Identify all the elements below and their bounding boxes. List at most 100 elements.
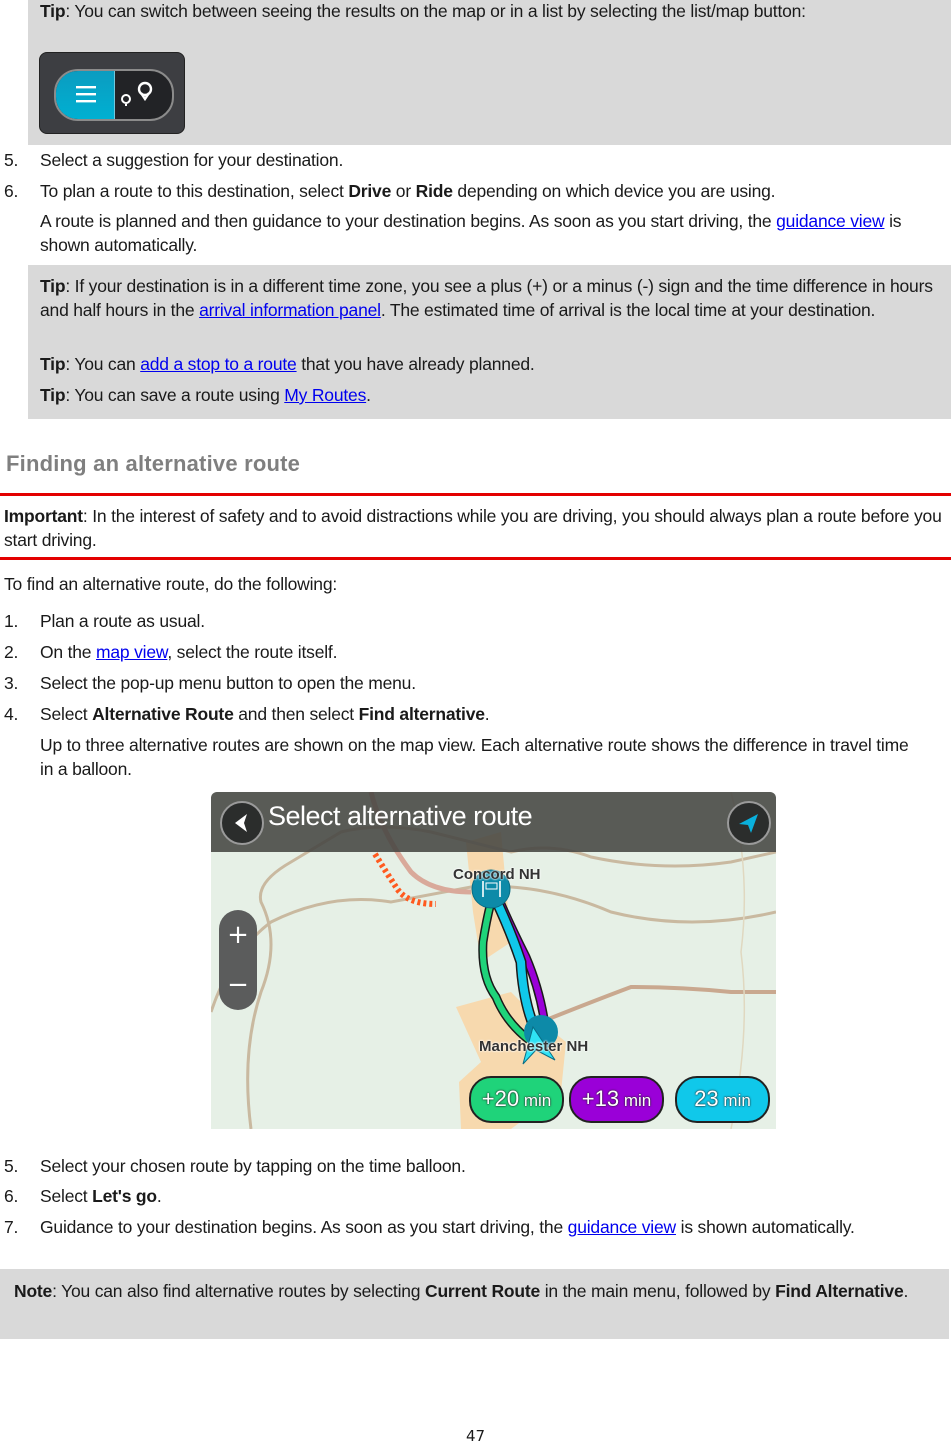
important-notice: Important: In the interest of safety and… bbox=[4, 504, 949, 552]
step-followup: Up to three alternative routes are shown… bbox=[40, 735, 909, 779]
map-screen-title: Select alternative route bbox=[268, 801, 533, 831]
tip-label: Tip bbox=[40, 385, 66, 405]
note-box: Note: You can also find alternative rout… bbox=[0, 1269, 949, 1339]
balloon-value: +20 bbox=[481, 1086, 520, 1111]
balloon-unit: min bbox=[723, 1091, 751, 1110]
map-view-link[interactable]: map view bbox=[96, 642, 168, 662]
balloon-unit: min bbox=[523, 1091, 552, 1110]
list-map-toggle-button[interactable] bbox=[39, 52, 185, 134]
zoom-out-button[interactable]: − bbox=[219, 960, 257, 1010]
step-text: Guidance to your destination begins. As … bbox=[40, 1215, 921, 1239]
map-pins-icon bbox=[121, 81, 153, 106]
note-label: Note bbox=[14, 1281, 53, 1301]
toggle-pill bbox=[54, 69, 174, 121]
tip-timezone: Tip: If your destination is in a differe… bbox=[40, 274, 940, 322]
important-bottom-rule bbox=[0, 557, 951, 560]
list-view-segment[interactable] bbox=[56, 71, 115, 119]
text: . The estimated time of arrival is the l… bbox=[380, 300, 876, 320]
step-text: On the map view, select the route itself… bbox=[40, 640, 945, 664]
text: is shown automatically. bbox=[675, 1217, 855, 1237]
road bbox=[540, 984, 776, 1024]
arrival-information-panel-link[interactable]: arrival information panel bbox=[199, 300, 381, 320]
step-text: Select Alternative Route and then select… bbox=[40, 702, 945, 726]
guidance-view-link[interactable]: guidance view bbox=[776, 211, 885, 231]
tip-label: Tip bbox=[40, 1, 66, 21]
time-balloon-blue[interactable]: 23 min bbox=[675, 1076, 770, 1123]
page-number: 47 bbox=[465, 1427, 486, 1445]
step-number: 6. bbox=[4, 181, 19, 201]
bold-ride: Ride bbox=[415, 181, 453, 201]
text: in the main menu, followed by bbox=[540, 1281, 776, 1301]
step-text: To plan a route to this destination, sel… bbox=[40, 179, 945, 203]
back-arrow-icon bbox=[235, 814, 247, 832]
place-label-manchester: Manchester NH bbox=[479, 1038, 589, 1055]
text: . bbox=[156, 1186, 162, 1206]
text: and then select bbox=[233, 704, 359, 724]
text: . bbox=[903, 1281, 909, 1301]
text: A route is planned and then guidance to … bbox=[40, 211, 777, 231]
text: Select bbox=[40, 1186, 93, 1206]
intro-text: To find an alternative route, do the fol… bbox=[4, 574, 338, 594]
bold-drive: Drive bbox=[348, 181, 392, 201]
bold-find-alternative: Find Alternative bbox=[775, 1281, 904, 1301]
text: depending on which device you are using. bbox=[452, 181, 776, 201]
step-number: 3. bbox=[4, 673, 19, 693]
step-number: 2. bbox=[4, 642, 19, 662]
map-view-segment[interactable] bbox=[114, 71, 172, 119]
step-number: 7. bbox=[4, 1217, 19, 1237]
section-heading: Finding an alternative route bbox=[6, 451, 301, 476]
tips-box: Tip: If your destination is in a differe… bbox=[28, 265, 951, 419]
bold-lets-go: Let's go bbox=[92, 1186, 157, 1206]
guidance-view-link[interactable]: guidance view bbox=[568, 1217, 677, 1237]
step-number: 1. bbox=[4, 611, 19, 631]
current-location-button[interactable] bbox=[727, 801, 771, 845]
important-label: Important bbox=[4, 506, 83, 526]
text: : You can save a route using bbox=[65, 385, 285, 405]
location-arrow-icon bbox=[739, 814, 758, 833]
step-text: Select a suggestion for your destination… bbox=[40, 150, 344, 170]
tip-my-routes: Tip: You can save a route using My Route… bbox=[40, 383, 940, 407]
text: : You can also find alternative routes b… bbox=[52, 1281, 425, 1301]
step-text: Plan a route as usual. bbox=[40, 611, 205, 631]
text: On the bbox=[40, 642, 96, 662]
list-icon bbox=[76, 86, 96, 103]
bold-current-route: Current Route bbox=[425, 1281, 541, 1301]
text: or bbox=[391, 181, 416, 201]
bold-find-alternative: Find alternative bbox=[358, 704, 485, 724]
step-number: 4. bbox=[4, 704, 19, 724]
text: that you have already planned. bbox=[296, 354, 535, 374]
time-balloon-green[interactable]: +20 min bbox=[469, 1076, 564, 1123]
note-text: Note: You can also find alternative rout… bbox=[14, 1279, 939, 1303]
step-number: 6. bbox=[4, 1186, 19, 1206]
text: To plan a route to this destination, sel… bbox=[40, 181, 349, 201]
zoom-control: + − bbox=[219, 910, 257, 1010]
add-stop-link[interactable]: add a stop to a route bbox=[140, 354, 297, 374]
place-label-concord: Concord NH bbox=[453, 866, 541, 883]
map-header-bar: Select alternative route bbox=[211, 792, 776, 852]
tip-label: Tip bbox=[40, 354, 66, 374]
text: : In the interest of safety and to avoid… bbox=[4, 506, 942, 550]
important-top-rule bbox=[0, 493, 951, 496]
text: . bbox=[484, 704, 490, 724]
zoom-in-button[interactable]: + bbox=[219, 910, 257, 960]
time-balloon-purple[interactable]: +13 min bbox=[569, 1076, 664, 1123]
tip-body: : You can switch between seeing the resu… bbox=[65, 1, 806, 21]
balloon-unit: min bbox=[623, 1091, 652, 1110]
balloon-value: 23 bbox=[694, 1086, 719, 1111]
text: , select the route itself. bbox=[167, 642, 338, 662]
my-routes-link[interactable]: My Routes bbox=[284, 385, 366, 405]
tip-text: Tip: You can switch between seeing the r… bbox=[40, 0, 940, 23]
step-text: Select your chosen route by tapping on t… bbox=[40, 1156, 466, 1176]
tip-add-stop: Tip: You can add a stop to a route that … bbox=[40, 352, 940, 376]
bold-alternative-route: Alternative Route bbox=[92, 704, 234, 724]
text: : You can bbox=[65, 354, 141, 374]
tip-label: Tip bbox=[40, 276, 66, 296]
step-text: Select the pop-up menu button to open th… bbox=[40, 673, 416, 693]
back-button[interactable] bbox=[220, 801, 264, 845]
step-text: Select Let's go. bbox=[40, 1184, 945, 1208]
step-number: 5. bbox=[4, 150, 19, 170]
step-followup: A route is planned and then guidance to … bbox=[40, 209, 945, 257]
text: . bbox=[366, 385, 371, 405]
text: Guidance to your destination begins. As … bbox=[40, 1217, 568, 1237]
balloon-value: +13 bbox=[581, 1086, 620, 1111]
